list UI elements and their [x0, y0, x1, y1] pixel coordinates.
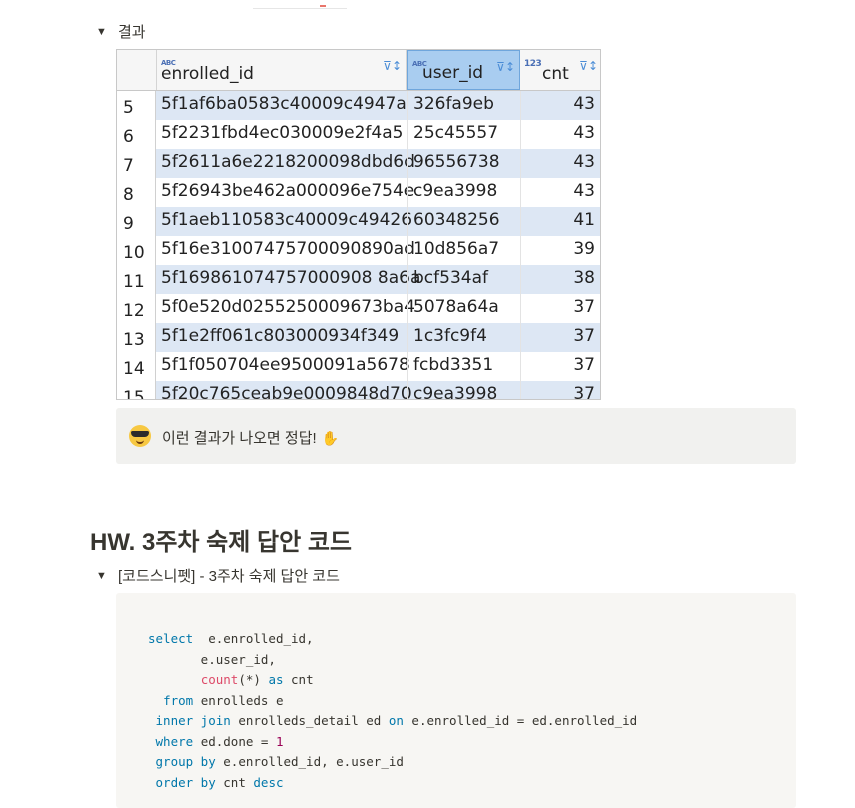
table-row[interactable]: 12 5f0e520d0255250009673ba4 5078a64a 37	[117, 294, 600, 323]
sql-code: select e.enrolled_id, e.user_id, count(*…	[148, 631, 638, 790]
table-row[interactable]: 10 5f16e31007475700090890ad 10d856a7 39	[117, 236, 600, 265]
table-row[interactable]: 9 5f1aeb110583c40009c49426 60348256 41	[117, 207, 600, 236]
sunglasses-face-icon	[129, 425, 151, 447]
previous-block-edge	[253, 0, 347, 9]
column-header-enrolled-id[interactable]: ABC enrolled_id ⊽↕	[157, 50, 407, 90]
table-row[interactable]: 13 5f1e2ff061c803000934f349 1c3fc9f4 37	[117, 323, 600, 352]
clapping-hands-icon: ✋	[321, 430, 340, 446]
table-row[interactable]: 15 5f20c765ceab9e0009848d70 c9ea3998 37	[117, 381, 600, 399]
table-row[interactable]: 8 5f26943be462a000096e754e c9ea3998 43	[117, 178, 600, 207]
toggle-triangle-icon[interactable]: ▼	[96, 570, 118, 582]
callout-correct-answer: 이런 결과가 나오면 정답! ✋	[116, 408, 796, 464]
callout-text: 이런 결과가 나오면 정답!	[162, 430, 317, 447]
table-row[interactable]: 7 5f2611a6e2218200098dbd6d 96556738 43	[117, 149, 600, 178]
filter-sort-icon[interactable]: ⊽↕	[579, 59, 598, 73]
section-heading: HW. 3주차 숙제 답안 코드	[90, 529, 352, 556]
row-number-header	[117, 50, 157, 90]
toggle-result[interactable]: ▼ 결과	[96, 21, 146, 42]
column-header-user-id[interactable]: ABC user_id ⊽↕	[407, 50, 520, 90]
column-header-cnt[interactable]: 123 cnt ⊽↕	[520, 50, 600, 90]
grid-header: ABC enrolled_id ⊽↕ ABC user_id ⊽↕ 123 cn…	[117, 50, 600, 91]
number-type-icon: 123	[524, 59, 542, 69]
filter-sort-icon[interactable]: ⊽↕	[496, 60, 515, 74]
table-row[interactable]: 11 5f169861074757000908 8a6a bcf534af 38	[117, 265, 600, 294]
result-grid[interactable]: ABC enrolled_id ⊽↕ ABC user_id ⊽↕ 123 cn…	[116, 49, 601, 400]
table-row[interactable]: 14 5f1f050704ee9500091a5678 fcbd3351 37	[117, 352, 600, 381]
filter-sort-icon[interactable]: ⊽↕	[383, 59, 402, 73]
code-block[interactable]: select e.enrolled_id, e.user_id, count(*…	[116, 593, 796, 808]
toggle-code-snippet[interactable]: ▼ [코드스니펫] - 3주차 숙제 답안 코드	[96, 565, 340, 586]
toggle-snippet-label: [코드스니펫] - 3주차 숙제 답안 코드	[118, 568, 340, 585]
toggle-result-label: 결과	[118, 24, 146, 41]
toggle-triangle-icon[interactable]: ▼	[96, 26, 118, 38]
table-row[interactable]: 5 5f1af6ba0583c40009c4947a 326fa9eb 43	[117, 91, 600, 120]
table-row[interactable]: 6 5f2231fbd4ec030009e2f4a5 25c45557 43	[117, 120, 600, 149]
